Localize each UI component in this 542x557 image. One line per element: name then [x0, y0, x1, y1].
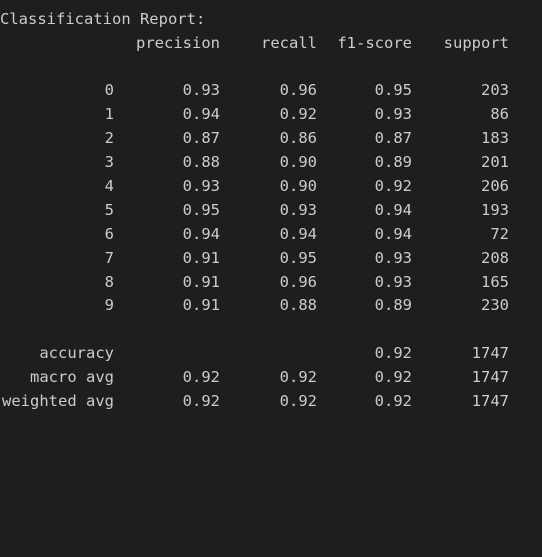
report-title: Classification Report:	[0, 10, 206, 28]
class-label: 3	[104, 153, 114, 171]
f1-value: 0.93	[374, 105, 412, 123]
f1-value: 0.94	[374, 225, 412, 243]
class-row: 1 0.94 0.92 0.93 86	[0, 102, 542, 126]
recall-value: 0.96	[279, 273, 317, 291]
class-label: 4	[104, 177, 114, 195]
class-label: 0	[104, 81, 114, 99]
weighted-avg-row: weighted avg 0.92 0.92 0.92 1747	[0, 389, 542, 413]
class-label: 8	[104, 273, 114, 291]
header-support: support	[443, 34, 509, 52]
class-label: 2	[104, 129, 114, 147]
support-value: 206	[481, 177, 509, 195]
f1-value: 0.89	[374, 296, 412, 314]
f1-value: 0.93	[374, 249, 412, 267]
macro-avg-support: 1747	[471, 368, 509, 386]
recall-value: 0.90	[279, 177, 317, 195]
header-recall: recall	[261, 34, 317, 52]
class-row: 3 0.88 0.90 0.89 201	[0, 150, 542, 174]
recall-value: 0.88	[279, 296, 317, 314]
class-row: 2 0.87 0.86 0.87 183	[0, 126, 542, 150]
class-row: 7 0.91 0.95 0.93 208	[0, 246, 542, 270]
precision-value: 0.94	[182, 105, 220, 123]
precision-value: 0.93	[182, 81, 220, 99]
macro-avg-precision: 0.92	[182, 368, 220, 386]
macro-avg-recall: 0.92	[279, 368, 317, 386]
class-label: 6	[104, 225, 114, 243]
support-value: 183	[481, 129, 509, 147]
class-row: 5 0.95 0.93 0.94 193	[0, 198, 542, 222]
precision-value: 0.87	[182, 129, 220, 147]
macro-avg-label: macro avg	[30, 368, 114, 386]
precision-value: 0.91	[182, 249, 220, 267]
weighted-avg-label: weighted avg	[2, 392, 114, 410]
accuracy-f1-value: 0.92	[374, 344, 412, 362]
class-label: 9	[104, 296, 114, 314]
header-f1-score: f1-score	[337, 34, 412, 52]
f1-value: 0.89	[374, 153, 412, 171]
precision-value: 0.91	[182, 273, 220, 291]
class-row: 0 0.93 0.96 0.95 203	[0, 78, 542, 102]
f1-value: 0.94	[374, 201, 412, 219]
macro-avg-row: macro avg 0.92 0.92 0.92 1747	[0, 365, 542, 389]
f1-value: 0.95	[374, 81, 412, 99]
f1-value: 0.93	[374, 273, 412, 291]
header-row: precision recall f1-score support	[0, 31, 542, 55]
class-label: 7	[104, 249, 114, 267]
header-precision: precision	[136, 34, 220, 52]
accuracy-support-value: 1747	[471, 344, 509, 362]
class-row: 6 0.94 0.94 0.94 72	[0, 222, 542, 246]
precision-value: 0.88	[182, 153, 220, 171]
weighted-avg-precision: 0.92	[182, 392, 220, 410]
report-title-line: Classification Report:	[0, 7, 542, 31]
recall-value: 0.90	[279, 153, 317, 171]
precision-value: 0.95	[182, 201, 220, 219]
class-label: 5	[104, 201, 114, 219]
weighted-avg-f1: 0.92	[374, 392, 412, 410]
recall-value: 0.95	[279, 249, 317, 267]
precision-value: 0.91	[182, 296, 220, 314]
recall-value: 0.94	[279, 225, 317, 243]
terminal-output: Classification Report: precision recall …	[0, 0, 542, 430]
f1-value: 0.87	[374, 129, 412, 147]
support-value: 230	[481, 296, 509, 314]
class-label: 1	[104, 105, 114, 123]
recall-value: 0.86	[279, 129, 317, 147]
macro-avg-f1: 0.92	[374, 368, 412, 386]
recall-value: 0.96	[279, 81, 317, 99]
recall-value: 0.92	[279, 105, 317, 123]
precision-value: 0.93	[182, 177, 220, 195]
class-row: 8 0.91 0.96 0.93 165	[0, 270, 542, 294]
class-row: 4 0.93 0.90 0.92 206	[0, 174, 542, 198]
recall-value: 0.93	[279, 201, 317, 219]
weighted-avg-support: 1747	[471, 392, 509, 410]
precision-value: 0.94	[182, 225, 220, 243]
weighted-avg-recall: 0.92	[279, 392, 317, 410]
support-value: 72	[490, 225, 509, 243]
accuracy-row: accuracy 0.92 1747	[0, 341, 542, 365]
support-value: 193	[481, 201, 509, 219]
accuracy-label: accuracy	[39, 344, 114, 362]
support-value: 86	[490, 105, 509, 123]
support-value: 203	[481, 81, 509, 99]
support-value: 208	[481, 249, 509, 267]
class-row: 9 0.91 0.88 0.89 230	[0, 293, 542, 317]
support-value: 201	[481, 153, 509, 171]
support-value: 165	[481, 273, 509, 291]
f1-value: 0.92	[374, 177, 412, 195]
